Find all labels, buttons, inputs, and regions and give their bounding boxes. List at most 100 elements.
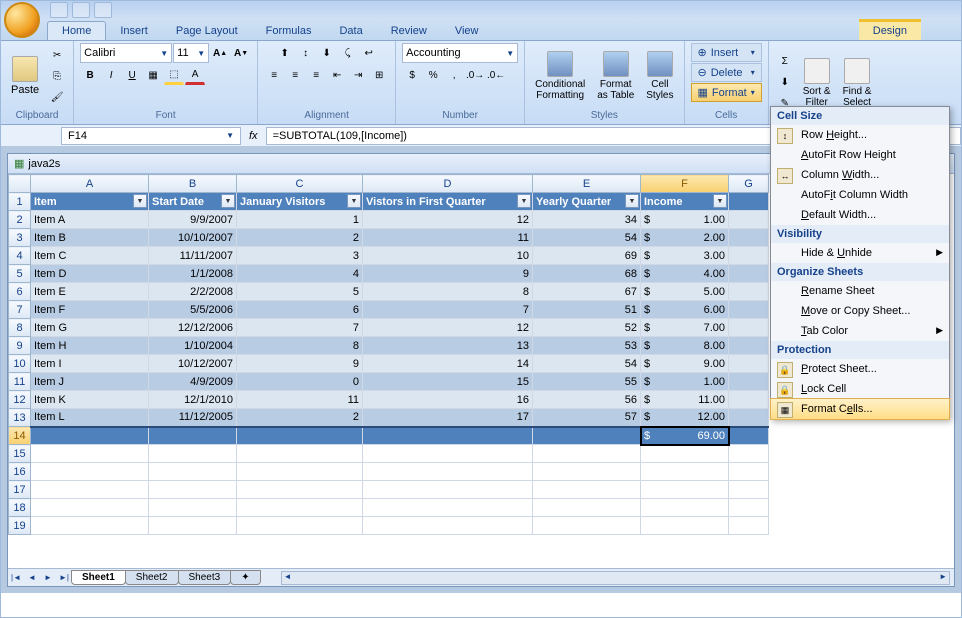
cell[interactable]: 3 — [237, 247, 363, 265]
cell[interactable]: $11.00 — [641, 391, 729, 409]
cell[interactable]: 10 — [363, 247, 533, 265]
align-right-button[interactable]: ≡ — [306, 65, 326, 85]
row-header-7[interactable]: 7 — [9, 301, 31, 319]
increase-decimal-button[interactable]: .0→ — [465, 65, 485, 85]
font-name-combo[interactable]: Calibri▼ — [80, 43, 172, 63]
align-center-button[interactable]: ≡ — [285, 65, 305, 85]
filter-button[interactable]: ▼ — [625, 194, 639, 208]
shrink-font-button[interactable]: A▼ — [231, 43, 251, 63]
italic-button[interactable]: I — [101, 65, 121, 85]
filter-button[interactable]: ▼ — [347, 194, 361, 208]
cell[interactable]: 12/1/2010 — [149, 391, 237, 409]
cell[interactable]: 15 — [363, 373, 533, 391]
menu-lock-cell[interactable]: 🔒Lock Cell — [771, 379, 949, 399]
cell[interactable]: 7 — [237, 319, 363, 337]
cell[interactable]: 69 — [533, 247, 641, 265]
cell[interactable]: Item A — [31, 211, 149, 229]
cell[interactable]: 55 — [533, 373, 641, 391]
sheet-nav-last[interactable]: ►| — [56, 570, 72, 586]
horizontal-scrollbar[interactable] — [281, 571, 950, 585]
sheet-tab-2[interactable]: Sheet2 — [125, 570, 179, 585]
insert-cells-button[interactable]: ⊕ Insert ▾ — [691, 43, 762, 62]
menu-row-height[interactable]: ↕Row Height... — [771, 125, 949, 145]
cell[interactable]: 54 — [533, 355, 641, 373]
row-header-15[interactable]: 15 — [9, 445, 31, 463]
qat-undo[interactable] — [72, 2, 90, 18]
row-header-16[interactable]: 16 — [9, 463, 31, 481]
cell[interactable]: $8.00 — [641, 337, 729, 355]
menu-autofit-col[interactable]: AutoFit Column Width — [771, 185, 949, 205]
cell[interactable]: 68 — [533, 265, 641, 283]
col-header-D[interactable]: D — [363, 175, 533, 193]
menu-column-width[interactable]: ↔Column Width... — [771, 165, 949, 185]
table-header-3[interactable]: Vistors in First Quarter▼ — [363, 193, 533, 211]
font-size-combo[interactable]: 11▼ — [173, 43, 209, 63]
cell[interactable]: Item F — [31, 301, 149, 319]
cell[interactable]: 56 — [533, 391, 641, 409]
comma-button[interactable]: , — [444, 65, 464, 85]
office-button[interactable] — [4, 2, 40, 38]
cell[interactable]: $3.00 — [641, 247, 729, 265]
cell[interactable]: $12.00 — [641, 409, 729, 427]
col-header-C[interactable]: C — [237, 175, 363, 193]
row-header-3[interactable]: 3 — [9, 229, 31, 247]
filter-button[interactable]: ▼ — [221, 194, 235, 208]
cell[interactable]: 16 — [363, 391, 533, 409]
cell[interactable]: Item H — [31, 337, 149, 355]
sheet-nav-first[interactable]: |◄ — [8, 570, 24, 586]
col-header-G[interactable]: G — [729, 175, 769, 193]
cell[interactable]: 1/10/2004 — [149, 337, 237, 355]
name-box[interactable]: F14▼ — [61, 127, 241, 145]
row-header-18[interactable]: 18 — [9, 499, 31, 517]
cell[interactable]: $4.00 — [641, 265, 729, 283]
cell[interactable]: 2 — [237, 229, 363, 247]
sheet-nav-prev[interactable]: ◄ — [24, 570, 40, 586]
cell[interactable]: 11/11/2007 — [149, 247, 237, 265]
cell[interactable]: $1.00 — [641, 211, 729, 229]
cell[interactable]: 7 — [363, 301, 533, 319]
filter-button[interactable]: ▼ — [713, 194, 727, 208]
cell[interactable]: Item K — [31, 391, 149, 409]
format-as-table-button[interactable]: Format as Table — [593, 49, 638, 103]
row-header-9[interactable]: 9 — [9, 337, 31, 355]
orientation-button[interactable]: ⤹ — [338, 43, 358, 63]
row-header-8[interactable]: 8 — [9, 319, 31, 337]
menu-protect-sheet[interactable]: 🔒Protect Sheet... — [771, 359, 949, 379]
cut-button[interactable]: ✂ — [47, 45, 67, 65]
sheet-nav-next[interactable]: ► — [40, 570, 56, 586]
cell[interactable]: 10/10/2007 — [149, 229, 237, 247]
menu-hide-unhide[interactable]: Hide & Unhide▶ — [771, 243, 949, 263]
cell[interactable]: 2 — [237, 409, 363, 427]
cell[interactable]: 4/9/2009 — [149, 373, 237, 391]
formatpainter-button[interactable]: 🖌 — [47, 87, 67, 107]
cell[interactable]: Item J — [31, 373, 149, 391]
cell[interactable]: 11 — [363, 229, 533, 247]
row-header-10[interactable]: 10 — [9, 355, 31, 373]
cell[interactable]: 52 — [533, 319, 641, 337]
align-top-button[interactable]: ⬆ — [275, 43, 295, 63]
cell[interactable]: 9 — [363, 265, 533, 283]
format-cells-button[interactable]: ▦ Format ▾ — [691, 83, 762, 102]
align-bottom-button[interactable]: ⬇ — [317, 43, 337, 63]
menu-rename-sheet[interactable]: Rename Sheet — [771, 281, 949, 301]
cell[interactable]: 1/1/2008 — [149, 265, 237, 283]
tab-formulas[interactable]: Formulas — [252, 22, 326, 40]
fill-button[interactable]: ⬇ — [775, 73, 795, 93]
accounting-format-button[interactable]: $ — [402, 65, 422, 85]
cell[interactable]: 8 — [237, 337, 363, 355]
merge-button[interactable]: ⊞ — [369, 65, 389, 85]
cell[interactable]: $7.00 — [641, 319, 729, 337]
percent-button[interactable]: % — [423, 65, 443, 85]
cell[interactable]: 5 — [237, 283, 363, 301]
cell[interactable]: $6.00 — [641, 301, 729, 319]
menu-autofit-row[interactable]: AutoFit Row Height — [771, 145, 949, 165]
cell[interactable]: 12 — [363, 211, 533, 229]
col-header-B[interactable]: B — [149, 175, 237, 193]
filter-button[interactable]: ▼ — [133, 194, 147, 208]
row-header-13[interactable]: 13 — [9, 409, 31, 427]
cell[interactable]: 34 — [533, 211, 641, 229]
qat-save[interactable] — [50, 2, 68, 18]
tab-home[interactable]: Home — [47, 21, 106, 40]
cell[interactable]: 54 — [533, 229, 641, 247]
tab-view[interactable]: View — [441, 22, 493, 40]
